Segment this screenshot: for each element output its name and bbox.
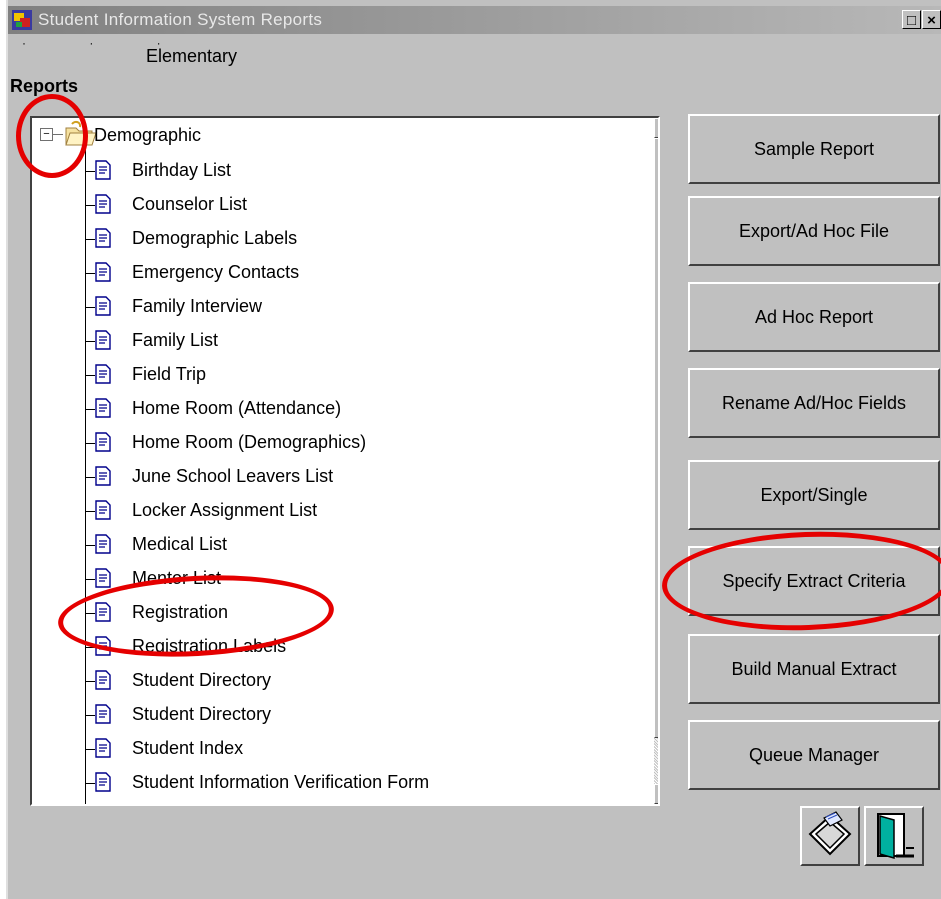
export-adhoc-file-button[interactable]: Export/Ad Hoc File xyxy=(688,196,940,266)
tree-item-label: Registration Labels xyxy=(132,636,287,656)
tree-item-label: Medical List xyxy=(132,534,228,554)
tree-item-label: Student Directory xyxy=(132,704,272,724)
document-icon xyxy=(95,296,111,316)
tree-item-counselor-list[interactable]: Counselor List xyxy=(85,190,645,220)
tree-item-field-trip[interactable]: Field Trip xyxy=(85,360,645,390)
queue-manager-button[interactable]: Queue Manager xyxy=(688,720,940,790)
report-window: Student Information System Reports □ × ·… xyxy=(6,0,941,899)
app-icon xyxy=(12,10,32,30)
document-icon xyxy=(95,262,111,282)
exit-button[interactable] xyxy=(864,806,924,866)
tree-item-family-list[interactable]: Family List xyxy=(85,326,645,356)
tree-item-label: Home Room (Attendance) xyxy=(132,398,342,418)
document-icon xyxy=(95,364,111,384)
document-icon xyxy=(95,568,111,588)
document-icon xyxy=(95,500,111,520)
tree-item-registration[interactable]: Registration xyxy=(85,598,645,628)
tree-item-label: Locker Assignment List xyxy=(132,500,318,520)
tree-item-label: Home Room (Demographics) xyxy=(132,432,367,452)
export-single-button[interactable]: Export/Single xyxy=(688,460,940,530)
scroll-down-button[interactable] xyxy=(654,784,660,804)
scroll-track[interactable] xyxy=(654,738,658,784)
tree-item-demographic-labels[interactable]: Demographic Labels xyxy=(85,224,645,254)
scroll-up-button[interactable] xyxy=(654,118,660,138)
document-icon xyxy=(95,704,111,724)
school-label: Elementary xyxy=(146,46,238,66)
tree-item-label: Demographic Labels xyxy=(132,228,298,248)
restore-button[interactable]: □ xyxy=(902,10,921,29)
open-folder-icon xyxy=(65,120,97,146)
tree-item-home-room-demographics[interactable]: Home Room (Demographics) xyxy=(85,428,645,458)
document-icon xyxy=(95,228,111,248)
document-icon xyxy=(95,398,111,418)
tree-item-student-index[interactable]: Student Index xyxy=(85,734,645,764)
printer-icon xyxy=(808,811,852,856)
rename-adhoc-fields-button[interactable]: Rename Ad/Hoc Fields xyxy=(688,368,940,438)
tree-item-label: Field Trip xyxy=(132,364,207,384)
collapse-toggle[interactable]: − xyxy=(40,128,53,141)
tree-item-medical-list[interactable]: Medical List xyxy=(85,530,645,560)
tree-item-home-room-attendance[interactable]: Home Room (Attendance) xyxy=(85,394,645,424)
document-icon xyxy=(95,602,111,622)
document-icon xyxy=(95,534,111,554)
document-icon xyxy=(95,670,111,690)
exit-door-icon xyxy=(877,813,914,859)
report-tree[interactable]: − Demographic Birthday List Counselor Li… xyxy=(30,116,660,806)
document-icon xyxy=(95,194,111,214)
tree-item-student-directory-2[interactable]: Student Directory xyxy=(85,700,645,730)
tree-item-student-information-verification-form[interactable]: Student Information Verification Form xyxy=(85,768,645,798)
tree-item-label: Student Directory xyxy=(132,670,272,690)
tree-item-locker-assignment-list[interactable]: Locker Assignment List xyxy=(85,496,645,526)
tree-item-label: Family List xyxy=(132,330,219,350)
sample-report-button[interactable]: Sample Report xyxy=(688,114,940,184)
scroll-thumb[interactable] xyxy=(654,138,658,738)
tree-item-birthday-list[interactable]: Birthday List xyxy=(85,156,645,186)
arrow-up-icon xyxy=(655,119,660,137)
print-button[interactable] xyxy=(800,806,860,866)
build-manual-extract-button[interactable]: Build Manual Extract xyxy=(688,634,940,704)
tree-item-label: Student Index xyxy=(132,738,244,758)
tree-item-label: Registration xyxy=(132,602,229,622)
document-icon xyxy=(95,738,111,758)
title-bar[interactable]: Student Information System Reports □ × xyxy=(8,6,941,34)
tree-item-label: Emergency Contacts xyxy=(132,262,300,282)
tree-item-label: Student Information Verification Form xyxy=(132,772,430,792)
tree-item-label: Mentor List xyxy=(132,568,222,588)
close-button[interactable]: × xyxy=(922,10,941,29)
tree-item-emergency-contacts[interactable]: Emergency Contacts xyxy=(85,258,645,288)
tree-item-label: Counselor List xyxy=(132,194,248,214)
tree-item-student-directory[interactable]: Student Directory xyxy=(85,666,645,696)
document-icon xyxy=(95,466,111,486)
tree-item-mentor-list[interactable]: Mentor List xyxy=(85,564,645,594)
tree-item-label: Birthday List xyxy=(132,160,232,180)
specify-extract-criteria-button[interactable]: Specify Extract Criteria xyxy=(688,546,940,616)
tree-item-label: June School Leavers List xyxy=(132,466,334,486)
tree-item-june-school-leavers-list[interactable]: June School Leavers List xyxy=(85,462,645,492)
adhoc-report-button[interactable]: Ad Hoc Report xyxy=(688,282,940,352)
tree-item-family-interview[interactable]: Family Interview xyxy=(85,292,645,322)
tree-item-registration-labels[interactable]: Registration Labels xyxy=(85,632,645,662)
tree-root-label: Demographic xyxy=(94,125,202,145)
reports-heading: Reports xyxy=(10,76,79,96)
document-icon xyxy=(95,160,111,180)
arrow-down-icon xyxy=(655,785,660,803)
document-icon xyxy=(95,330,111,350)
document-icon xyxy=(95,772,111,792)
vertical-scrollbar[interactable] xyxy=(654,118,660,804)
document-icon xyxy=(95,636,111,656)
document-icon xyxy=(95,432,111,452)
window-title: Student Information System Reports xyxy=(38,10,323,29)
tree-item-label: Family Interview xyxy=(132,296,263,316)
